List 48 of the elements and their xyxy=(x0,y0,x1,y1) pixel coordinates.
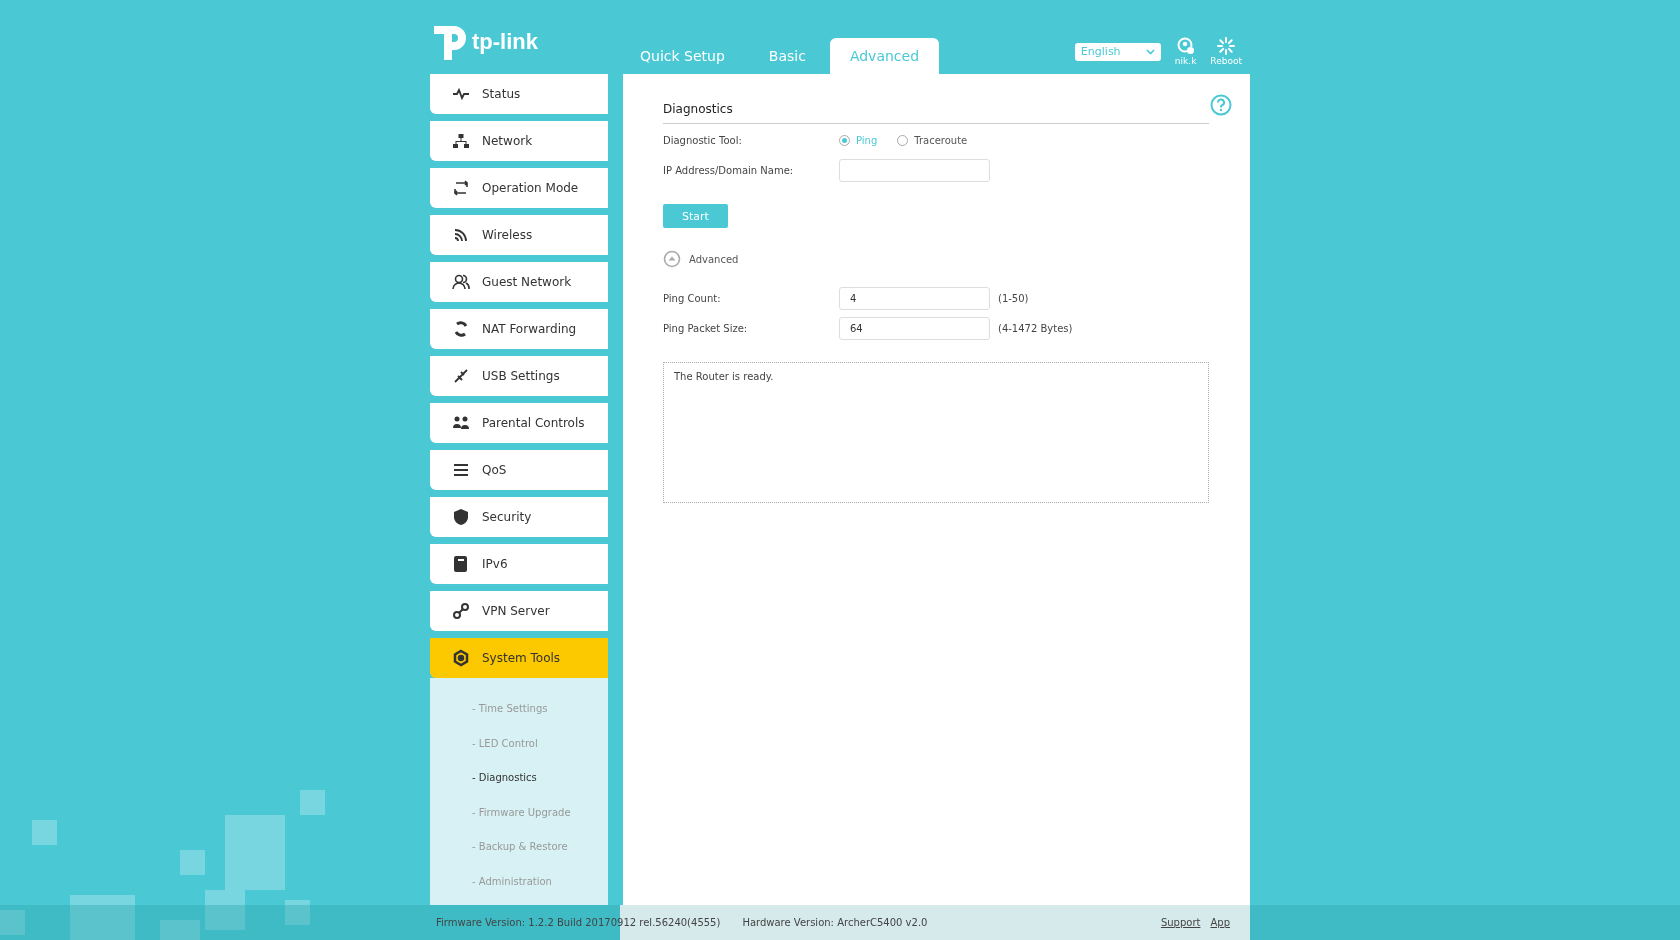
sidebar-item[interactable]: NAT Forwarding xyxy=(430,309,608,349)
menu-icon xyxy=(452,461,470,479)
sidebar-item[interactable]: Security xyxy=(430,497,608,537)
sidebar-item[interactable]: IPv6 xyxy=(430,544,608,584)
input-field[interactable]: 64 xyxy=(839,316,990,340)
chevron-down-icon xyxy=(1145,48,1155,55)
menu-icon xyxy=(452,226,470,244)
field-label: Diagnostic Tool: xyxy=(663,134,743,146)
sidebar-item[interactable]: Wireless xyxy=(430,215,608,255)
range-hint: (1-50) xyxy=(998,292,1029,304)
user-icon xyxy=(1176,37,1195,55)
logo-text: tp-link xyxy=(472,29,538,55)
sparkle-icon xyxy=(1217,37,1236,55)
menu-icon xyxy=(452,367,470,385)
caret-circle-icon xyxy=(663,250,681,268)
menu-icon xyxy=(452,602,470,620)
menu-icon xyxy=(452,414,470,432)
input-field[interactable] xyxy=(839,158,990,182)
input-field[interactable]: 4 xyxy=(839,286,990,310)
sidebar-item[interactable]: Parental Controls xyxy=(430,403,608,443)
field-label: Ping Packet Size: xyxy=(663,322,749,334)
menu-icon xyxy=(452,508,470,526)
radio-option[interactable]: Traceroute xyxy=(897,134,968,146)
sidebar-item[interactable]: USB Settings xyxy=(430,356,608,396)
output-area: The Router is ready. xyxy=(663,362,1209,503)
range-hint: (4-1472 Bytes) xyxy=(998,322,1073,334)
menu-icon xyxy=(452,320,470,338)
field-label: Ping Count: xyxy=(663,292,722,304)
section-title: Diagnostics xyxy=(663,90,1209,124)
menu-icon xyxy=(452,555,470,573)
sidebar-item[interactable]: Network xyxy=(430,121,608,161)
sidebar-item[interactable]: Guest Network xyxy=(430,262,608,302)
help-icon[interactable] xyxy=(1210,94,1232,116)
footer-link[interactable]: Support xyxy=(1160,917,1201,928)
menu-icon xyxy=(452,273,470,291)
sidebar-item[interactable]: VPN Server xyxy=(430,591,608,631)
hardware-version: Hardware Version: ArcherC5400 v2.0 xyxy=(742,917,928,928)
sidebar-item[interactable]: Status xyxy=(430,74,608,114)
menu-icon xyxy=(452,132,470,150)
menu-icon xyxy=(452,649,470,667)
footer-link[interactable]: App xyxy=(1210,917,1230,928)
menu-icon xyxy=(452,179,470,197)
advanced-toggle[interactable]: Advanced xyxy=(663,250,739,268)
submenu-item[interactable]: - Diagnostics xyxy=(430,761,608,796)
field-label: IP Address/Domain Name: xyxy=(663,164,795,176)
sidebar-item[interactable]: Operation Mode xyxy=(430,168,608,208)
sidebar-item[interactable]: System Tools xyxy=(430,638,608,678)
sidebar-item[interactable]: QoS xyxy=(430,450,608,490)
